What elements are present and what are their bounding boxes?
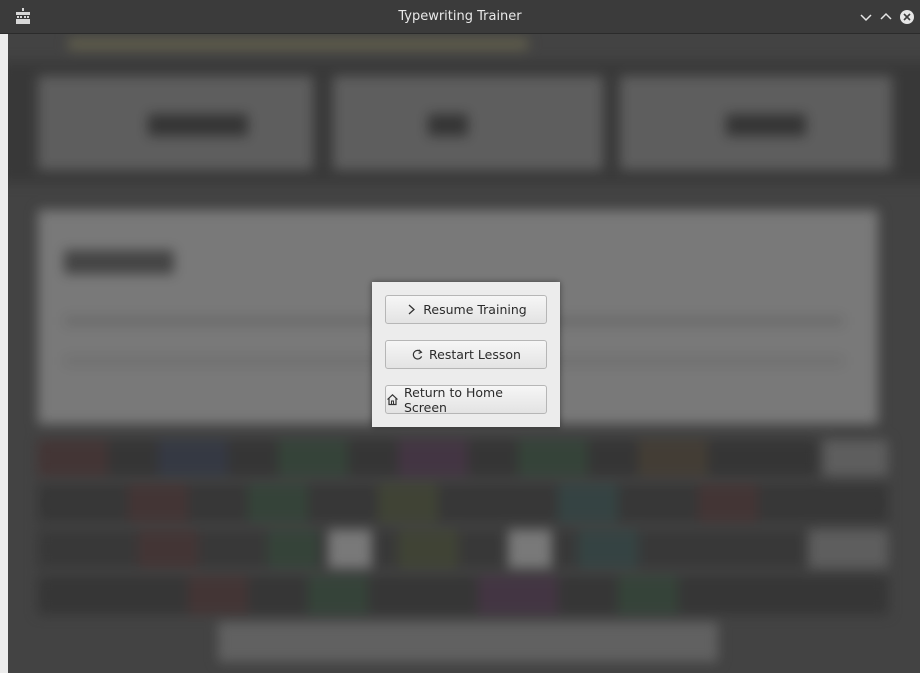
maximize-icon[interactable] [878, 9, 894, 25]
chevron-right-icon [405, 303, 418, 316]
restart-lesson-label: Restart Lesson [429, 347, 521, 362]
pause-menu: Resume Training Restart Lesson Return to… [372, 282, 560, 427]
restart-lesson-button[interactable]: Restart Lesson [385, 340, 547, 369]
window-title: Typewriting Trainer [398, 9, 522, 24]
home-icon [386, 393, 399, 406]
title-bar[interactable]: Typewriting Trainer [0, 0, 920, 34]
app-window: Typewriting Trainer Resume Training Rest… [0, 0, 920, 673]
minimize-icon[interactable] [858, 9, 874, 25]
resume-training-label: Resume Training [423, 302, 527, 317]
close-icon[interactable] [899, 9, 915, 25]
resume-training-button[interactable]: Resume Training [385, 295, 547, 324]
return-home-label: Return to Home Screen [404, 384, 503, 415]
training-screen: Resume Training Restart Lesson Return to… [8, 34, 920, 673]
refresh-icon [411, 348, 424, 361]
return-home-button[interactable]: Return to Home Screen [385, 384, 547, 415]
window-border [0, 34, 8, 673]
